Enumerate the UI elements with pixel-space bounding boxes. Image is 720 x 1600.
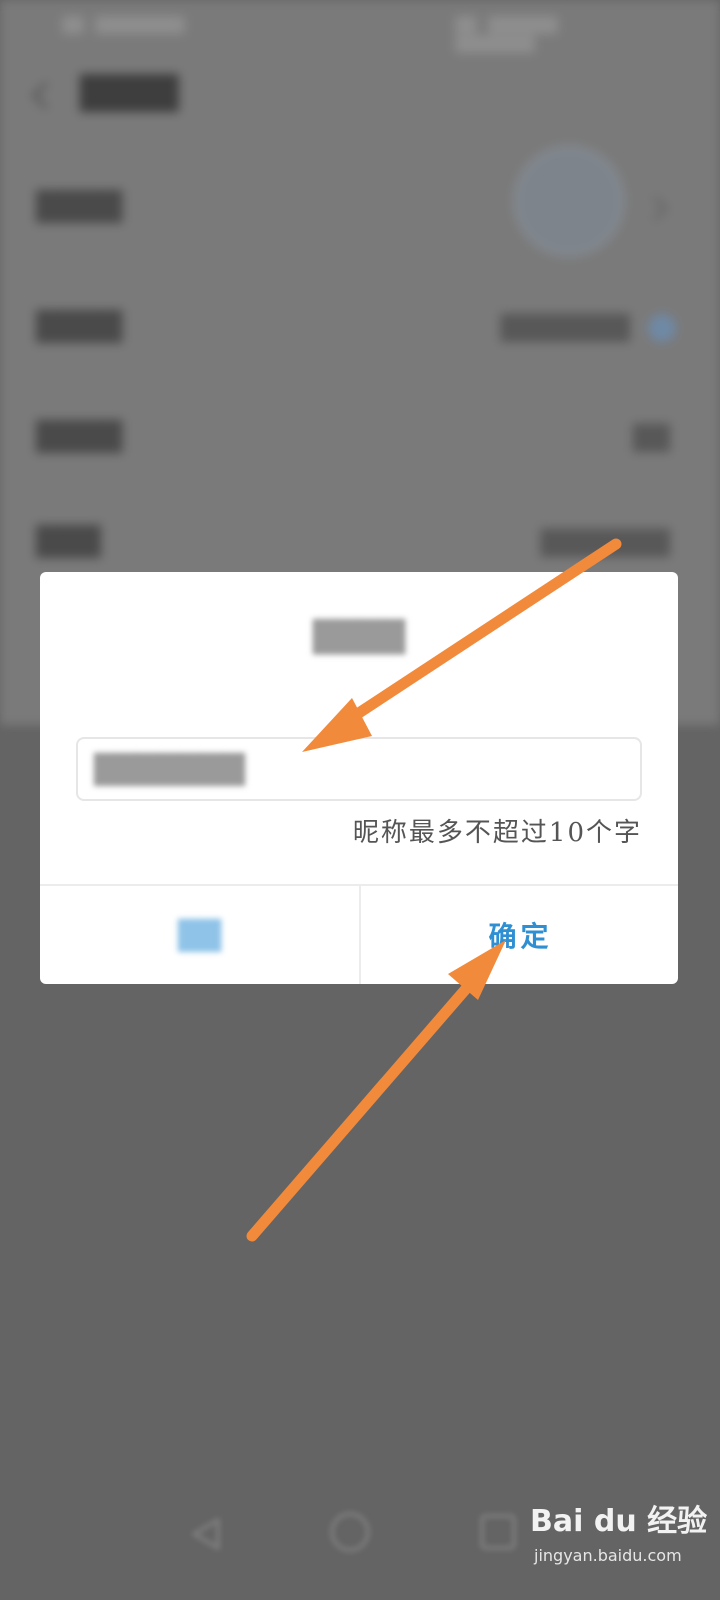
status-bar: [0, 0, 720, 53]
settings-row-nickname[interactable]: ████ ███████: [0, 300, 720, 360]
settings-row-gender[interactable]: ████ ██: [0, 410, 720, 470]
row-value: ██: [633, 424, 670, 452]
avatar[interactable]: [514, 146, 624, 256]
nickname-input[interactable]: ███████: [76, 737, 642, 801]
row-label: ████: [36, 420, 123, 453]
page-title: ████: [80, 74, 179, 112]
square-recent-icon[interactable]: [480, 1514, 516, 1550]
arrow-to-confirm-shaft: [246, 962, 490, 1242]
chevron-left-icon[interactable]: [32, 82, 59, 109]
settings-row-avatar[interactable]: ████: [0, 146, 720, 256]
nickname-length-hint: 昵称最多不超过10个字: [352, 818, 642, 848]
page-header: ████: [0, 60, 720, 130]
verified-badge-icon: [648, 314, 676, 342]
row-label: ███: [36, 525, 101, 558]
edit-nickname-dialog: ████ ███████ 昵称最多不超过10个字 ██ 确定: [40, 572, 678, 984]
network-indicator: [488, 15, 559, 34]
baidu-jingyan-watermark: Bai du 经验 jingyan.baidu.com: [530, 1490, 707, 1570]
battery-clock-indicator: [455, 35, 535, 53]
row-value: ███████: [540, 529, 670, 557]
circle-home-icon[interactable]: [330, 1512, 370, 1552]
status-left-indicators: [62, 14, 192, 36]
chevron-right-icon: [643, 196, 668, 221]
dialog-title: ████: [312, 620, 406, 655]
watermark-brand: Bai du 经验: [530, 1504, 708, 1539]
arrow-to-confirm: [246, 940, 506, 1242]
nickname-input-value: ███████: [94, 752, 245, 786]
carrier-indicator: [95, 15, 186, 34]
confirm-button[interactable]: 确定: [361, 886, 678, 984]
cancel-button-label: ██: [177, 918, 222, 952]
cancel-button[interactable]: ██: [40, 886, 359, 984]
row-label: ████: [36, 310, 123, 343]
triangle-back-icon[interactable]: [186, 1514, 226, 1554]
watermark-url: jingyan.baidu.com: [534, 1546, 682, 1565]
settings-row-id[interactable]: ███ ███████: [0, 515, 720, 575]
status-right-indicators: [455, 14, 655, 53]
row-value: ███████: [500, 314, 630, 342]
signal-icon: [62, 15, 84, 34]
row-label: ████: [36, 190, 123, 223]
notification-icon: [455, 15, 477, 34]
